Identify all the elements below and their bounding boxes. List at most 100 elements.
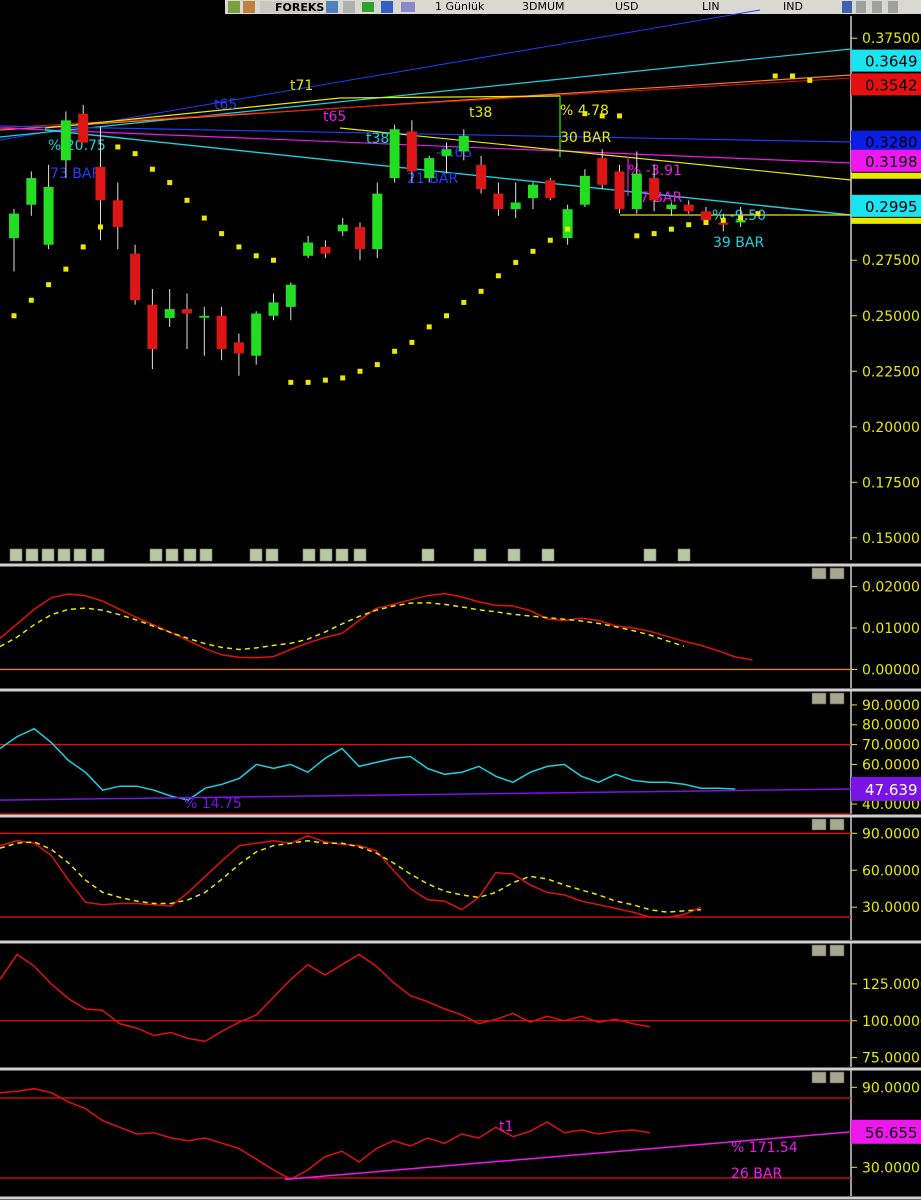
- sar-dot: [686, 222, 692, 228]
- event-marker-icon[interactable]: [421, 548, 435, 562]
- price-tick-label: 0.17500: [862, 475, 920, 491]
- event-marker-icon[interactable]: [149, 548, 163, 562]
- trendline-red: [0, 77, 852, 129]
- candle-body: [9, 213, 19, 239]
- toolbar-restore-icon[interactable]: [888, 1, 898, 13]
- candle-body: [631, 173, 642, 210]
- sar-dot: [513, 259, 519, 265]
- panel-settings-icon[interactable]: [811, 818, 827, 831]
- sar-dot: [46, 282, 52, 288]
- panel-settings-icon[interactable]: [811, 1071, 827, 1084]
- panel-close-icon[interactable]: [829, 818, 845, 831]
- toolbar-chart-icon[interactable]: [228, 1, 240, 13]
- event-marker-icon[interactable]: [9, 548, 23, 562]
- event-marker-icon[interactable]: [643, 548, 657, 562]
- event-marker-icon[interactable]: [353, 548, 367, 562]
- event-marker-icon[interactable]: [507, 548, 521, 562]
- sar-dot: [599, 113, 605, 119]
- panel-tick-label: 60.0000: [862, 757, 920, 773]
- sar-dot: [461, 299, 467, 305]
- annotation-39-bar: 39 BAR: [713, 235, 764, 251]
- panel-tick-label: 90.0000: [862, 1080, 920, 1096]
- price-flag-label: 0.3542: [865, 76, 918, 94]
- toolbar-indicator-icon[interactable]: [243, 1, 255, 13]
- event-marker-icon[interactable]: [677, 548, 691, 562]
- candle-body: [60, 120, 71, 161]
- toolbar-period[interactable]: 1 Günlük: [435, 0, 485, 13]
- panel-settings-icon[interactable]: [811, 692, 827, 705]
- candle-body: [251, 313, 262, 356]
- toolbar-print-icon[interactable]: [343, 1, 355, 13]
- candle-body: [43, 186, 54, 245]
- event-marker-icon[interactable]: [319, 548, 333, 562]
- price-tick-label: 0.25000: [862, 309, 920, 325]
- sar-dot: [426, 324, 432, 330]
- panel-settings-icon[interactable]: [811, 944, 827, 957]
- sar-dot: [28, 297, 34, 303]
- event-marker-icon[interactable]: [183, 548, 197, 562]
- event-marker-icon[interactable]: [91, 548, 105, 562]
- panel-series-line: [0, 601, 685, 651]
- event-marker-icon[interactable]: [25, 548, 39, 562]
- sar-dot: [357, 368, 363, 374]
- event-marker-icon[interactable]: [473, 548, 487, 562]
- panel-series-line: [0, 788, 852, 801]
- candle-body: [268, 302, 279, 316]
- toolbar-brand: FOREKS: [275, 1, 324, 14]
- toolbar-wave-icon[interactable]: [401, 2, 415, 12]
- panel-tick-label: 60.0000: [862, 863, 920, 879]
- panel-close-icon[interactable]: [829, 692, 845, 705]
- event-marker-icon[interactable]: [335, 548, 349, 562]
- candle-body: [545, 180, 556, 199]
- toolbar-scale[interactable]: LIN: [702, 0, 720, 13]
- panel-close-icon[interactable]: [829, 567, 845, 580]
- toolbar-close-icon[interactable]: [856, 1, 866, 13]
- candle-body: [337, 224, 348, 232]
- event-marker-icon[interactable]: [249, 548, 263, 562]
- sar-dot: [305, 379, 311, 385]
- toolbar-pencil-icon[interactable]: [362, 2, 374, 12]
- panel-close-icon[interactable]: [829, 944, 845, 957]
- panel-settings-icon[interactable]: [811, 567, 827, 580]
- toolbar-currency[interactable]: USD: [615, 0, 639, 13]
- candle-body: [233, 342, 244, 354]
- toolbar-save-icon[interactable]: [326, 1, 338, 13]
- candle-body: [164, 309, 175, 318]
- sar-dot: [98, 224, 103, 230]
- annotation-t65-magenta: t65: [323, 109, 346, 125]
- toolbar-minimize-icon[interactable]: [872, 1, 882, 13]
- chart-canvas: FOREKS 1 Günlük 3DMUM USD LIN IND t71 t6…: [0, 0, 921, 1200]
- candle-body: [78, 113, 89, 143]
- candle-body: [649, 178, 660, 201]
- event-marker-icon[interactable]: [302, 548, 316, 562]
- panel-series-line: [0, 727, 736, 801]
- price-tick-label: 0.27500: [862, 253, 920, 269]
- toolbar-indicator[interactable]: IND: [783, 0, 803, 13]
- trendline-yellow-up: [44, 97, 341, 129]
- panel-tick-label: 70.0000: [862, 738, 920, 754]
- sar-dot: [444, 313, 449, 319]
- candle-body: [735, 220, 746, 223]
- toolbar-drawing-icon[interactable]: [381, 1, 393, 13]
- event-marker-icon[interactable]: [165, 548, 179, 562]
- price-flag-label: 0.3649: [865, 53, 918, 71]
- event-marker-icon[interactable]: [265, 548, 279, 562]
- candle-body: [424, 158, 435, 179]
- sar-dot: [184, 197, 190, 203]
- event-marker-icon[interactable]: [41, 548, 55, 562]
- sar-dot: [63, 266, 69, 272]
- event-marker-icon[interactable]: [541, 548, 555, 562]
- event-marker-icon[interactable]: [199, 548, 213, 562]
- panel-tick-label: 125.0000: [862, 977, 921, 993]
- panel-close-icon[interactable]: [829, 1071, 845, 1084]
- candle-body: [389, 129, 400, 179]
- toolbar-mode[interactable]: 3DMUM: [522, 0, 565, 13]
- toolbar-pin-icon[interactable]: [842, 1, 852, 13]
- sar-dot: [668, 226, 674, 232]
- event-marker-icon[interactable]: [73, 548, 87, 562]
- event-marker-icon[interactable]: [57, 548, 71, 562]
- panel-series-line: [0, 953, 650, 1043]
- sar-dot: [755, 211, 761, 217]
- sar-dot: [236, 244, 242, 250]
- panel5-annotation-pct: % 171.54: [731, 1140, 798, 1156]
